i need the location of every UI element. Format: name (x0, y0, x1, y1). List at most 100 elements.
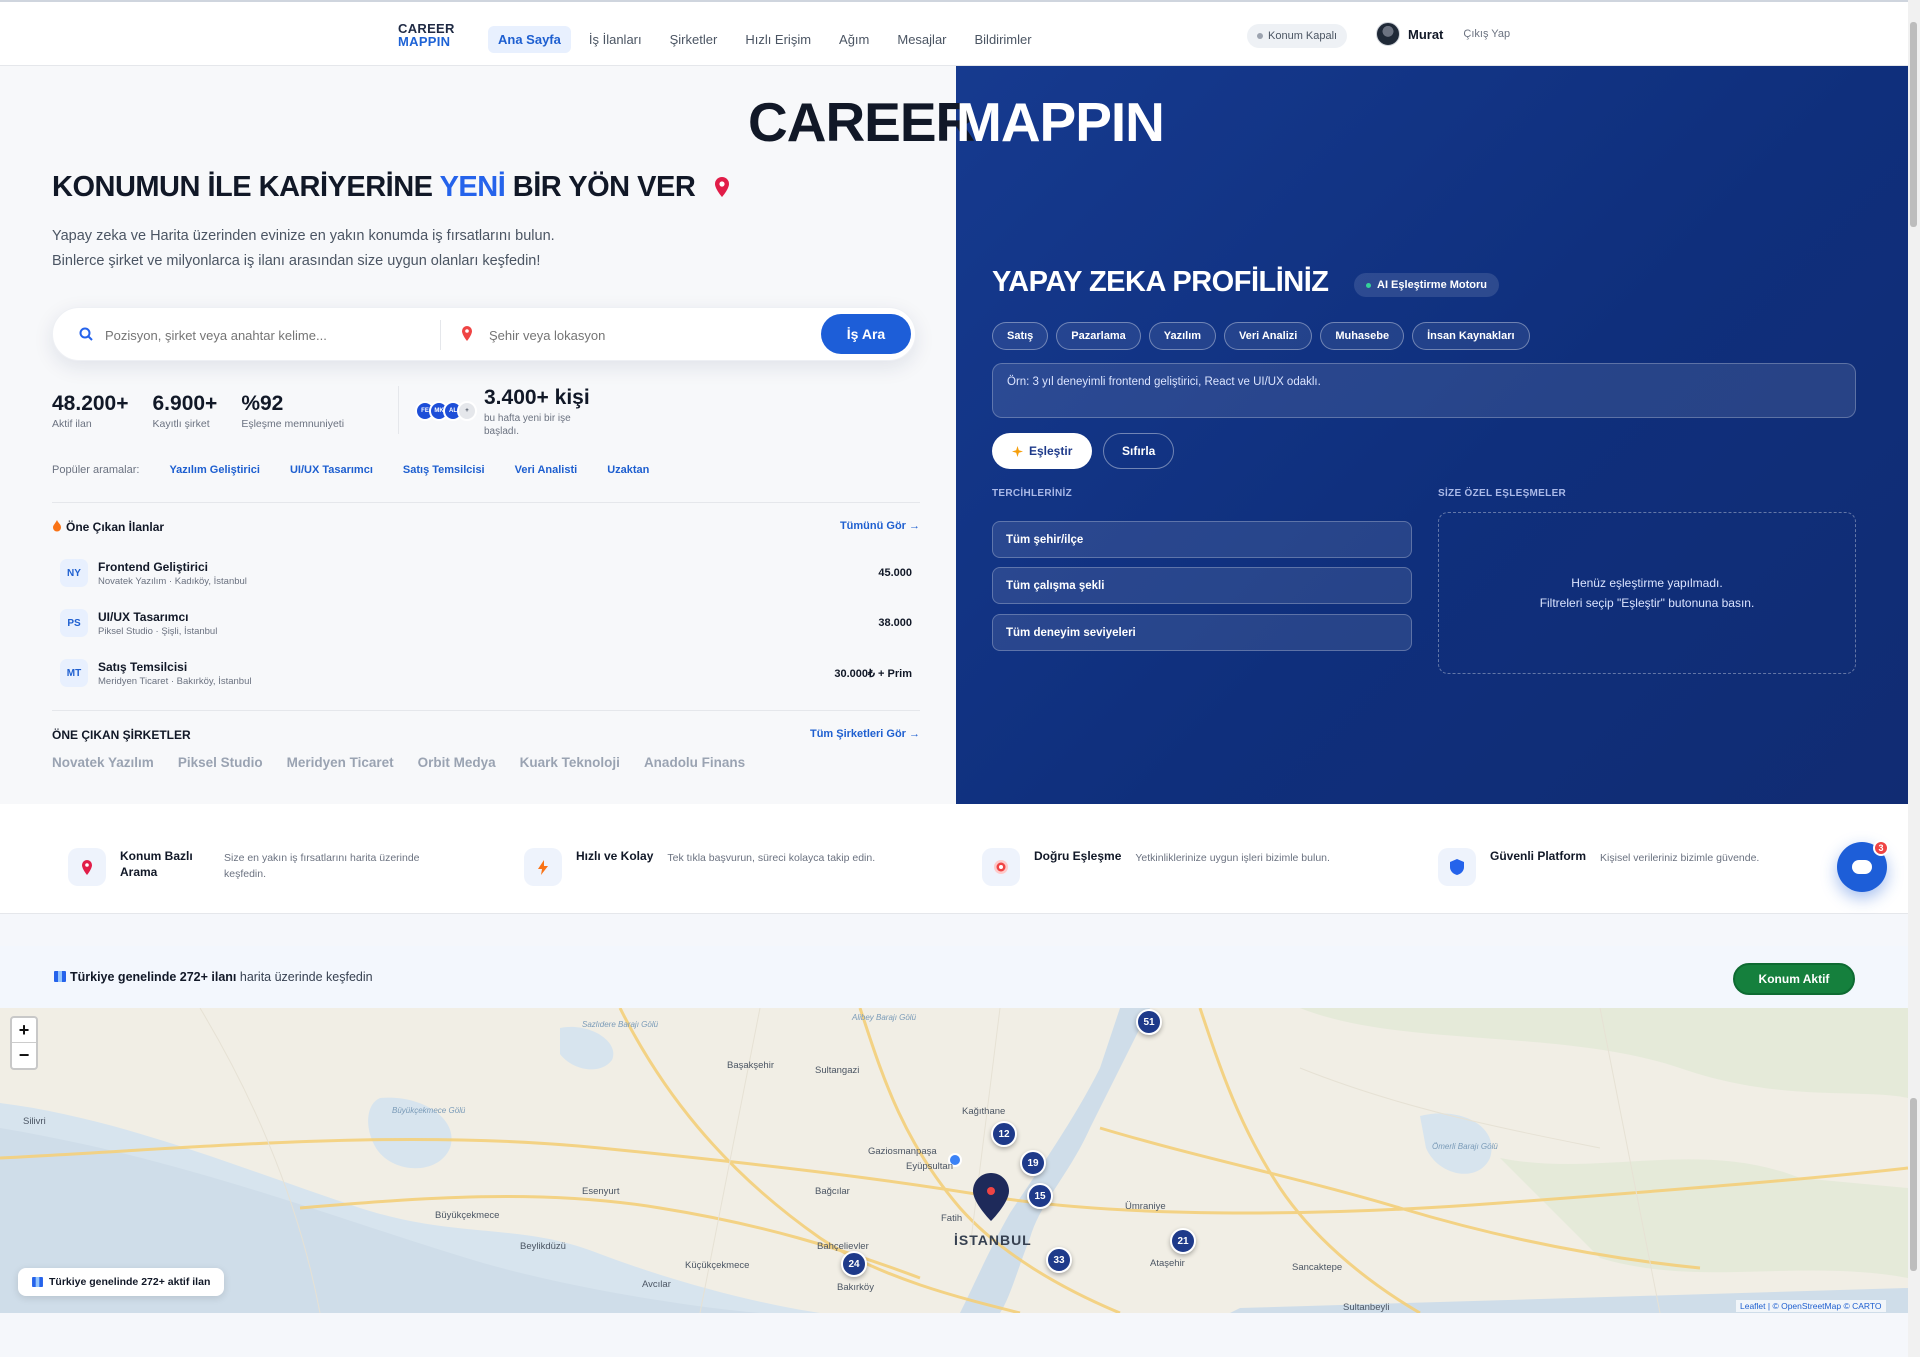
company-link[interactable]: Anadolu Finans (644, 755, 745, 770)
category-chip[interactable]: Satış (992, 322, 1049, 350)
chat-bubble-icon (1852, 860, 1872, 874)
nav-link-sirketler[interactable]: Şirketler (660, 26, 728, 53)
match-button[interactable]: Eşleştir (992, 433, 1093, 469)
popular-tag[interactable]: UI/UX Tasarımcı (290, 464, 373, 476)
map-cluster-marker[interactable]: 21 (1170, 1228, 1196, 1254)
map-place-label: İSTANBUL (954, 1232, 1032, 1248)
nav-link-ana-sayfa[interactable]: Ana Sayfa (488, 26, 571, 53)
scrollbar-thumb[interactable] (1910, 22, 1917, 227)
stat-value: 48.200+ (52, 392, 129, 415)
job-row[interactable]: PS UI/UX Tasarımcı Piksel Studio · Şişli… (52, 598, 920, 648)
nav-link-is-ilanlari[interactable]: İş İlanları (579, 26, 652, 53)
stat-satisfaction: %92 Eşleşme memnuniyeti (241, 392, 344, 430)
keyword-search-input[interactable] (105, 320, 455, 350)
featured-jobs-title: Öne Çıkan İlanlar (52, 520, 164, 534)
hero-subtitle-line-2: Binlerce şirket ve milyonlarca iş ilanı … (52, 253, 541, 269)
popular-tag[interactable]: Yazılım Geliştirici (169, 464, 260, 476)
map-place-label: Ataşehir (1150, 1258, 1185, 1269)
stat-label: Eşleşme memnuniyeti (241, 418, 345, 430)
job-info: Frontend Geliştirici Novatek Yazılım · K… (98, 560, 247, 587)
zoom-in-button[interactable]: + (12, 1018, 36, 1043)
avatar-more: + (457, 401, 477, 421)
chat-button[interactable]: 3 (1837, 840, 1889, 892)
search-button[interactable]: İş Ara (821, 314, 911, 354)
hero-subtitle: Yapay zeka ve Harita üzerinden evinize e… (52, 224, 692, 274)
featured-companies-title: ÖNE ÇIKAN ŞİRKETLER (52, 728, 191, 742)
category-chip[interactable]: Muhasebe (1320, 322, 1405, 350)
search-divider (440, 320, 441, 350)
ai-profile-panel (956, 66, 1908, 804)
company-link[interactable]: Piksel Studio (178, 755, 263, 770)
map-cluster-marker[interactable]: 19 (1020, 1150, 1046, 1176)
map-cluster-marker[interactable]: 33 (1046, 1247, 1072, 1273)
map-cluster-marker[interactable]: 24 (841, 1251, 867, 1277)
category-chip[interactable]: Pazarlama (1056, 322, 1141, 350)
featured-jobs-header: Öne Çıkan İlanlar Tümünü Gör → (52, 520, 920, 534)
divider (52, 502, 920, 503)
experience-select[interactable]: Tüm deneyim seviyeleri (992, 614, 1412, 651)
avatar[interactable] (1376, 22, 1400, 46)
page: CAREER MAPPIN Ana Sayfa İş İlanları Şirk… (0, 0, 1920, 1357)
company-link[interactable]: Novatek Yazılım (52, 755, 154, 770)
featured-jobs-title-text: Öne Çıkan İlanlar (66, 520, 165, 534)
matches-title: SİZE ÖZEL EŞLEŞMELER (1438, 488, 1567, 499)
location-search-input[interactable] (489, 320, 809, 350)
company-link[interactable]: Kuark Teknoloji (520, 755, 620, 770)
map-place-label: Gaziosmanpaşa (868, 1146, 937, 1157)
popular-tag[interactable]: Satış Temsilcisi (403, 464, 485, 476)
logo[interactable]: CAREER MAPPIN (398, 22, 470, 56)
featured-companies-list: Novatek Yazılım Piksel Studio Meridyen T… (52, 755, 745, 770)
user-avatars-stack: FE MK AL + (415, 401, 477, 421)
map-tiles (0, 1008, 1908, 1313)
map-cluster-marker[interactable]: 51 (1136, 1009, 1162, 1035)
profile-description-input[interactable]: Örn: 3 yıl deneyimli frontend geliştiric… (992, 363, 1856, 418)
divider (52, 710, 920, 711)
map-place-label: Sultangazi (815, 1065, 860, 1076)
zoom-out-button[interactable]: − (12, 1043, 36, 1068)
job-map[interactable]: Sazlıdere Barajı Gölü Alibey Barajı Gölü… (0, 1008, 1908, 1313)
see-all-companies-link[interactable]: Tüm Şirketleri Gör → (810, 728, 920, 742)
hero-subtitle-line-1: Yapay zeka ve Harita üzerinden evinize e… (52, 228, 555, 244)
map-icon (32, 1277, 43, 1287)
nav-links: Ana Sayfa İş İlanları Şirketler Hızlı Er… (488, 26, 1042, 53)
feature-title: Güvenli Platform (1490, 849, 1587, 863)
brand-title-right: MAPPIN (956, 91, 1165, 153)
map-place-label: Sultanbeyli (1343, 1302, 1390, 1313)
location-status-pill[interactable]: Konum Kapalı (1247, 24, 1348, 48)
company-link[interactable]: Meridyen Ticaret (287, 755, 394, 770)
feature-item: Güvenli Platform Kişisel verileriniz biz… (1438, 848, 1840, 886)
feature-item: Doğru Eşleşme Yetkinliklerinize uygun iş… (982, 848, 1375, 886)
stat-active-listings: 48.200+ Aktif ilan (52, 392, 129, 430)
nav-link-bildirimler[interactable]: Bildirimler (965, 26, 1042, 53)
map-cluster-marker[interactable]: 12 (991, 1121, 1017, 1147)
reset-button[interactable]: Sıfırla (1103, 433, 1175, 469)
job-row[interactable]: NY Frontend Geliştirici Novatek Yazılım … (52, 548, 920, 598)
map-place-label: Sancaktepe (1292, 1262, 1343, 1273)
feature-title: Hızlı ve Kolay (576, 849, 654, 863)
logout-link[interactable]: Çıkış Yap (1463, 28, 1510, 40)
company-link[interactable]: Orbit Medya (418, 755, 496, 770)
match-button-label: Eşleştir (1029, 444, 1073, 458)
inner-scrollbar-thumb[interactable] (1910, 1098, 1917, 1271)
city-select[interactable]: Tüm şehir/ilçe (992, 521, 1412, 558)
popular-tag[interactable]: Uzaktan (607, 464, 649, 476)
see-all-jobs-link[interactable]: Tümünü Gör → (840, 520, 920, 534)
weekly-hires-value: 3.400+ kişi (484, 386, 590, 409)
location-active-button[interactable]: Konum Aktif (1733, 963, 1855, 995)
map-cluster-marker[interactable]: 15 (1027, 1183, 1053, 1209)
category-chip[interactable]: Yazılım (1148, 322, 1217, 350)
nav-link-hizli-erisim[interactable]: Hızlı Erişim (735, 26, 821, 53)
popular-tag[interactable]: Veri Analisti (515, 464, 578, 476)
job-row[interactable]: MT Satış Temsilcisi Meridyen Ticaret · B… (52, 648, 920, 698)
user-name[interactable]: Murat (1408, 27, 1443, 42)
nav-link-agim[interactable]: Ağım (829, 26, 879, 53)
work-type-select[interactable]: Tüm çalışma şekli (992, 567, 1412, 604)
empty-state-line-1: Henüz eşleştirme yapılmadı. (1571, 576, 1723, 590)
map-attribution[interactable]: Leaflet | © OpenStreetMap © CARTO (1736, 1300, 1886, 1312)
user-menu[interactable]: Murat Çıkış Yap (1376, 22, 1510, 46)
job-salary: 45.000 (878, 567, 912, 579)
category-chip[interactable]: İnsan Kaynakları (1412, 322, 1530, 350)
nav-link-mesajlar[interactable]: Mesajlar (887, 26, 956, 53)
category-chip[interactable]: Veri Analizi (1224, 322, 1313, 350)
feature-title: Konum Bazlı Arama (120, 849, 193, 879)
